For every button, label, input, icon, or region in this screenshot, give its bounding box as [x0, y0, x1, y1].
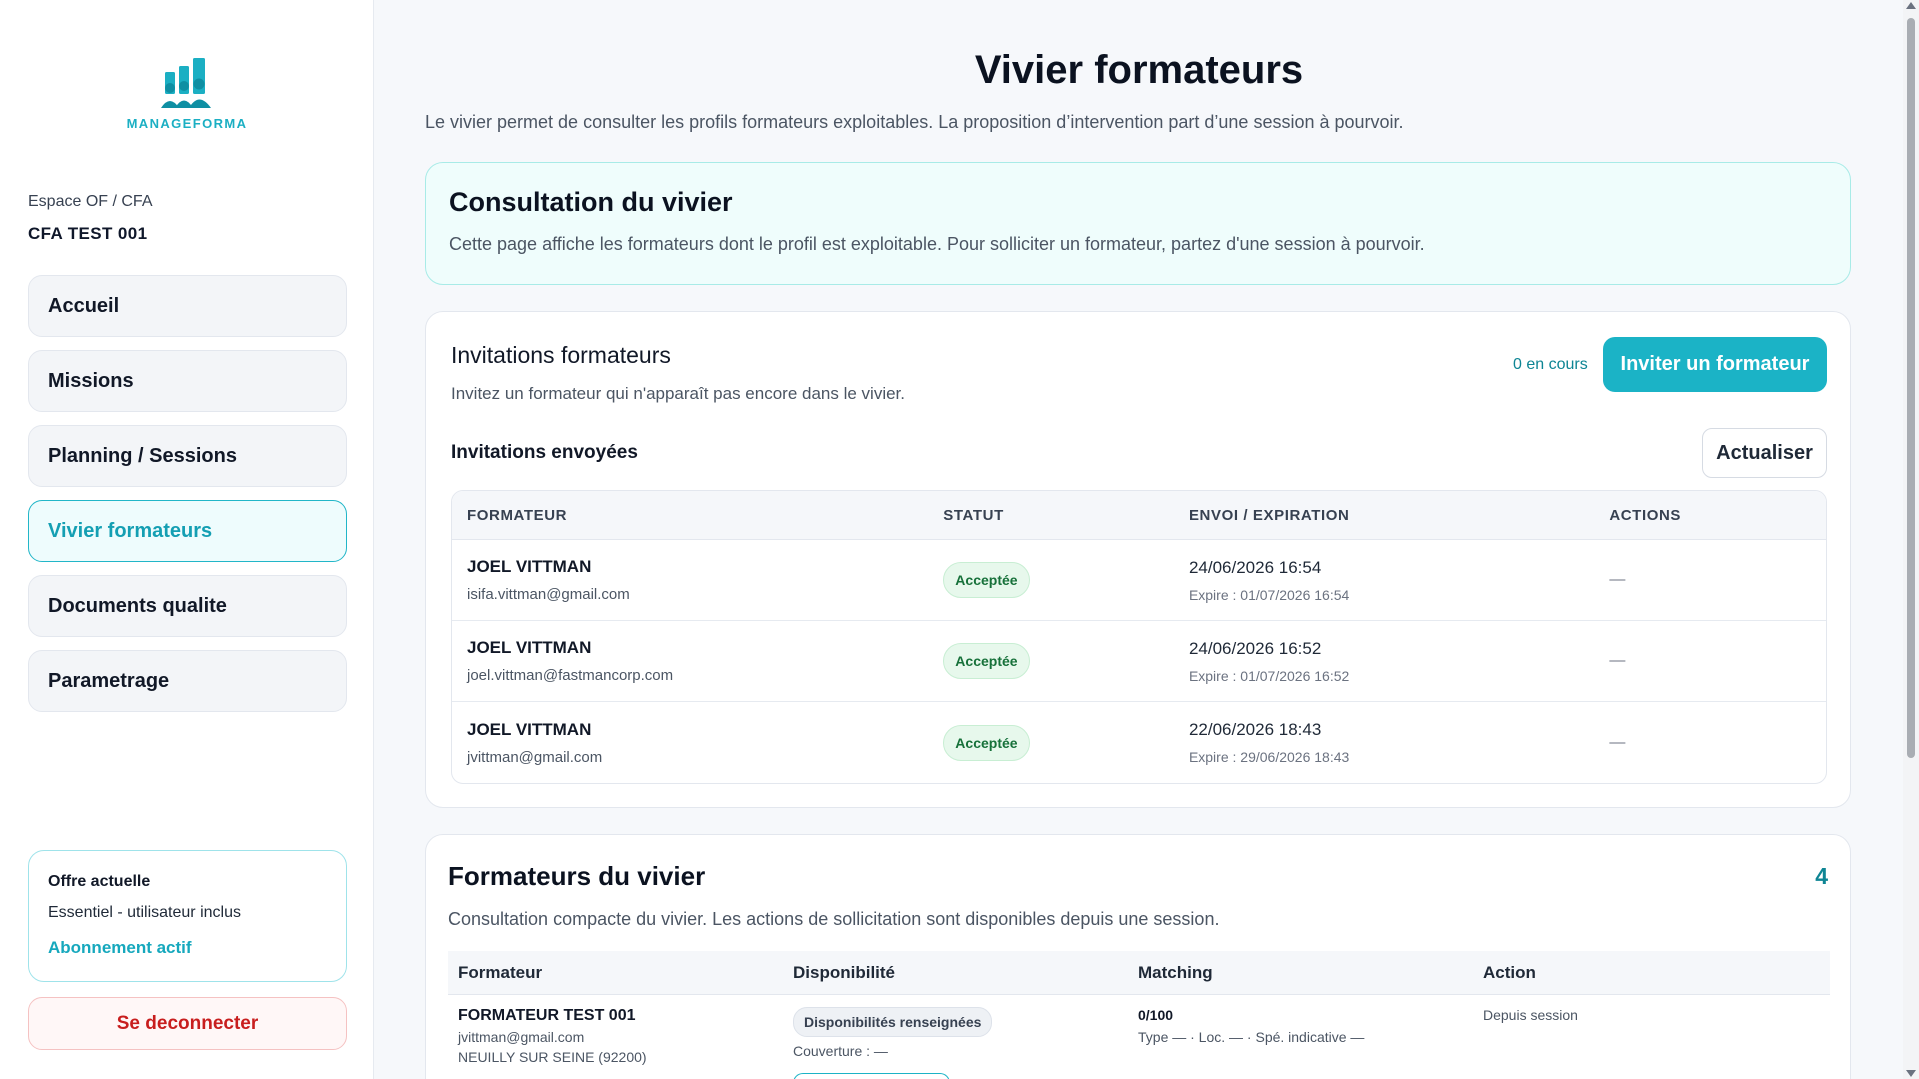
page-subtitle: Le vivier permet de consulter les profil…	[425, 112, 1404, 132]
row-action: Depuis session	[1483, 1007, 1578, 1023]
table-row: JOEL VITTMAN joel.vittman@fastmancorp.co…	[452, 621, 1826, 702]
table-header: FORMATEUR STATUT ENVOI / EXPIRATION ACTI…	[452, 491, 1826, 540]
org-name: CFA TEST 001	[28, 224, 148, 243]
vivier-title: Formateurs du vivier	[448, 861, 706, 891]
status-badge: Acceptée	[943, 643, 1030, 679]
column-header-formateur: Formateur	[458, 962, 543, 982]
expire-date: Expire : 01/07/2026 16:54	[1188, 586, 1350, 603]
coverage-text: Couverture : —	[793, 1043, 888, 1059]
invitations-table: FORMATEUR STATUT ENVOI / EXPIRATION ACTI…	[451, 490, 1827, 784]
page-scrollbar[interactable]	[1903, 0, 1919, 1079]
invitations-card: Invitations formateurs Invitez un format…	[425, 311, 1851, 808]
sent-date: 22/06/2026 18:43	[1188, 720, 1322, 739]
offer-status-link[interactable]: Abonnement actif	[48, 938, 327, 958]
invitations-subtitle: Invitez un formateur qui n'apparaît pas …	[451, 384, 906, 403]
column-header-statut: STATUT	[943, 506, 1004, 524]
column-header-disponibilite: Disponibilité	[793, 962, 895, 982]
trainer-email: joel.vittman@fastmancorp.com	[467, 667, 674, 684]
sent-date: 24/06/2026 16:54	[1188, 557, 1322, 577]
vivier-card: Formateurs du vivier 4 Consultation comp…	[425, 834, 1851, 1079]
brand-logo[interactable]: MANAGEFORMA	[0, 58, 374, 131]
matching-detail: Type — · Loc. — · Spé. indicative —	[1138, 1029, 1365, 1045]
trainer-email: jvittman@gmail.com	[467, 748, 603, 766]
sent-invitations-title: Invitations envoyées	[451, 442, 638, 463]
main-content: Vivier formateurs Le vivier permet de co…	[375, 0, 1899, 1079]
trainer-name: FORMATEUR TEST 001	[458, 1007, 636, 1024]
column-header-matching: Matching	[1138, 962, 1213, 982]
brand-name: MANAGEFORMA	[126, 116, 248, 131]
column-header-formateur: FORMATEUR	[467, 506, 568, 524]
trainer-email: isifa.vittman@gmail.com	[467, 586, 630, 603]
expire-date: Expire : 01/07/2026 16:52	[1188, 667, 1350, 684]
trainer-name: JOEL VITTMAN	[467, 638, 592, 657]
column-header-envoi-expiration: ENVOI / EXPIRATION	[1188, 506, 1350, 524]
offer-card: Offre actuelle Essentiel - utilisateur i…	[28, 850, 347, 982]
vivier-subtitle: Consultation compacte du vivier. Les act…	[448, 909, 1220, 929]
offer-plan: Essentiel - utilisateur inclus	[48, 904, 241, 921]
invite-trainer-button[interactable]: Inviter un formateur	[1603, 337, 1827, 392]
space-label: Espace OF / CFA	[28, 193, 153, 210]
row-action: —	[1609, 733, 1626, 751]
column-header-action: Action	[1483, 962, 1536, 982]
availability-badge: Disponibilités renseignées	[793, 1007, 993, 1037]
trainer-name: JOEL VITTMAN	[467, 719, 592, 739]
page-title: Vivier formateurs	[974, 48, 1304, 92]
sidebar-nav: Accueil Missions Planning / Sessions Viv…	[28, 275, 347, 725]
logout-button[interactable]: Se deconnecter	[28, 997, 347, 1050]
table-header: Formateur Disponibilité Matching Action	[448, 951, 1830, 995]
expire-date: Expire : 29/06/2026 18:43	[1188, 749, 1350, 765]
availability-button[interactable]	[793, 1073, 950, 1079]
vivier-count: 4	[1815, 863, 1828, 889]
sidebar: MANAGEFORMA Espace OF / CFA CFA TEST 001…	[0, 0, 374, 1079]
manageforma-logo-icon	[161, 58, 211, 108]
invitations-title: Invitations formateurs	[451, 342, 671, 368]
vivier-table: Formateur Disponibilité Matching Action …	[448, 951, 1830, 1079]
trainer-location: NEUILLY SUR SEINE (92200)	[458, 1049, 647, 1065]
sidebar-item-parametrage[interactable]: Parametrage	[28, 650, 347, 712]
trainer-email: jvittman@gmail.com	[458, 1029, 585, 1045]
sidebar-item-missions[interactable]: Missions	[28, 350, 347, 412]
invitations-count: 0 en cours	[1513, 356, 1588, 373]
scroll-thumb[interactable]	[1907, 18, 1915, 758]
trainer-name: JOEL VITTMAN	[467, 557, 592, 576]
consultation-card: Consultation du vivier Cette page affich…	[425, 162, 1851, 285]
row-action: —	[1609, 652, 1626, 669]
table-row: FORMATEUR TEST 001 jvittman@gmail.com NE…	[448, 995, 1830, 1079]
sent-date: 24/06/2026 16:52	[1188, 638, 1322, 658]
consultation-text: Cette page affiche les formateurs dont l…	[449, 234, 1425, 254]
table-row: JOEL VITTMAN isifa.vittman@gmail.com Acc…	[452, 540, 1826, 621]
offer-title: Offre actuelle	[48, 873, 151, 890]
sidebar-item-planning-sessions[interactable]: Planning / Sessions	[28, 425, 347, 487]
sidebar-item-documents-qualite[interactable]: Documents qualite	[28, 575, 347, 637]
sidebar-item-vivier-formateurs[interactable]: Vivier formateurs	[28, 500, 347, 562]
status-badge: Acceptée	[943, 724, 1030, 761]
sidebar-item-accueil[interactable]: Accueil	[28, 275, 347, 337]
consultation-title: Consultation du vivier	[449, 187, 733, 217]
column-header-actions: ACTIONS	[1609, 506, 1682, 524]
row-action: —	[1609, 571, 1626, 588]
refresh-button[interactable]: Actualiser	[1702, 428, 1827, 478]
table-row: JOEL VITTMAN jvittman@gmail.com Acceptée…	[452, 702, 1826, 783]
scroll-down-arrow-icon[interactable]	[1906, 1070, 1916, 1077]
scroll-up-arrow-icon[interactable]	[1906, 2, 1916, 9]
status-badge: Acceptée	[943, 562, 1030, 598]
matching-score: 0/100	[1138, 1007, 1174, 1023]
